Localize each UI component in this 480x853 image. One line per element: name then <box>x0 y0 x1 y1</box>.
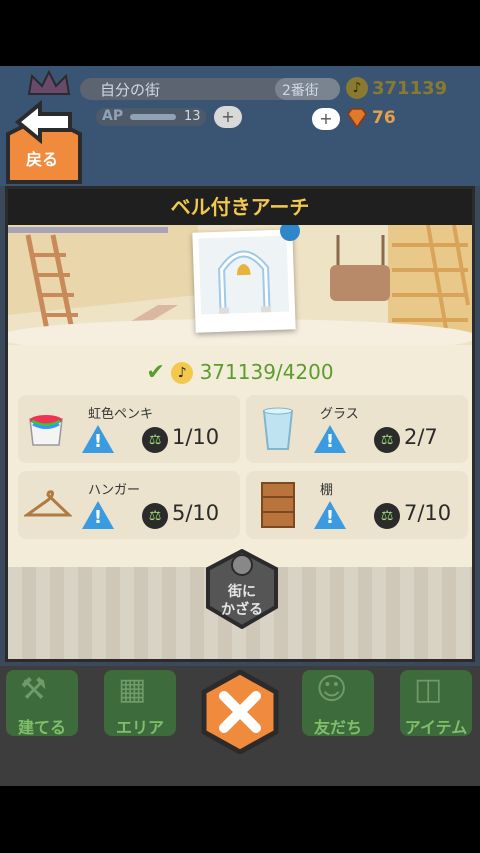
material-count: 5/10 <box>172 501 220 525</box>
status-bar <box>0 0 480 66</box>
bell-arch-icon <box>198 235 290 315</box>
material-card[interactable]: ハンガー ! ⚖ 5/10 <box>18 471 240 539</box>
buildings-icon: ▦ <box>118 672 147 707</box>
paint-bucket-icon <box>26 409 66 449</box>
nav-friends-label: 友だち <box>313 718 362 737</box>
scene-illustration <box>8 225 472 345</box>
check-icon: ✔ <box>146 360 165 385</box>
coin-icon: ♪ <box>346 77 368 99</box>
back-button[interactable]: 戻る <box>0 94 88 186</box>
material-count: 7/10 <box>404 501 452 525</box>
decorate-label-line2: かざる <box>221 602 263 618</box>
material-name: ハンガー <box>88 483 141 498</box>
warning-mark: ! <box>325 431 335 452</box>
town-name: 自分の街 <box>100 81 161 99</box>
gem-plus-button[interactable]: + <box>312 108 340 130</box>
gem-count: 76 <box>372 108 396 128</box>
material-count: 1/10 <box>172 425 220 449</box>
decorate-button[interactable]: 街に かざる <box>202 549 282 629</box>
note-coin-icon: ♪ <box>171 362 194 384</box>
box-icon: ◫ <box>414 672 443 707</box>
scale-icon: ⚖ <box>374 503 400 529</box>
hammer-icon: ⚒ <box>20 672 47 707</box>
warning-mark: ! <box>93 507 103 528</box>
panel-title: ベル付きアーチ <box>8 189 472 225</box>
cost-value: 371139/4200 <box>199 360 334 384</box>
material-count: 2/7 <box>404 425 438 449</box>
nav-build-label: 建てる <box>17 718 66 737</box>
material-name: グラス <box>320 407 359 422</box>
material-name: 棚 <box>320 483 334 498</box>
nav-items-label: アイテム <box>404 718 468 737</box>
district-label: 2番街 <box>282 83 319 99</box>
hanger-icon <box>22 489 73 525</box>
ap-fill <box>130 114 176 120</box>
scale-icon: ⚖ <box>142 503 168 529</box>
game-screen: 自分の街 2番街 ♪ 371139 AP 13 + + 76 戻る ベル付きアー… <box>0 66 480 786</box>
gem-icon <box>346 108 368 129</box>
warning-mark: ! <box>93 431 103 452</box>
ap-plus-button[interactable]: + <box>214 106 242 128</box>
gear-icon <box>231 554 253 576</box>
scale-icon: ⚖ <box>374 427 400 453</box>
cost-row: ✔ ♪ 371139/4200 <box>8 357 472 387</box>
scale-icon: ⚖ <box>142 427 168 453</box>
friends-icon: ☺ <box>316 672 348 707</box>
material-card[interactable]: グラス ! ⚖ 2/7 <box>246 395 468 463</box>
close-button[interactable] <box>198 669 282 755</box>
glass-icon <box>260 407 296 453</box>
ap-value: 13 <box>184 109 201 124</box>
material-card[interactable]: 棚 ! ⚖ 7/10 <box>246 471 468 539</box>
warning-mark: ! <box>325 507 335 528</box>
shelf-icon <box>260 481 296 529</box>
item-detail-panel: ベル付きアーチ ✔ ♪ 371139/4200 虹色ペンキ ! ⚖ 1/10 グ… <box>5 186 475 662</box>
ap-label: AP <box>102 108 124 124</box>
decorate-label-line1: 街に <box>228 584 256 600</box>
item-photo <box>192 229 296 333</box>
material-card[interactable]: 虹色ペンキ ! ⚖ 1/10 <box>18 395 240 463</box>
back-label: 戻る <box>26 150 59 169</box>
nav-area-label: エリア <box>115 718 164 737</box>
material-name: 虹色ペンキ <box>88 407 154 422</box>
coin-count: 371139 <box>372 78 448 99</box>
